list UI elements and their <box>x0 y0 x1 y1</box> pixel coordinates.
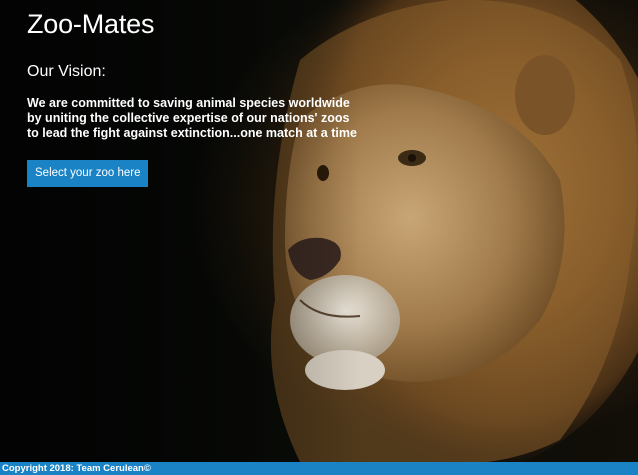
site-brand-title: Zoo-Mates <box>27 9 155 39</box>
select-zoo-button[interactable]: Select your zoo here <box>27 160 149 187</box>
vision-statement: We are committed to saving animal specie… <box>27 96 357 140</box>
hero-section: Zoo-Mates Our Vision: We are committed t… <box>0 0 638 462</box>
landing-page: Zoo-Mates Our Vision: We are committed t… <box>0 0 638 475</box>
hero-content: Zoo-Mates Our Vision: We are committed t… <box>27 8 367 187</box>
lion-ear-shape <box>515 55 575 135</box>
footer-bar: Copyright 2018: Team Cerulean© <box>0 462 638 475</box>
copyright-text: Copyright 2018: Team Cerulean© <box>2 463 151 474</box>
vision-heading: Our Vision: <box>27 63 106 80</box>
